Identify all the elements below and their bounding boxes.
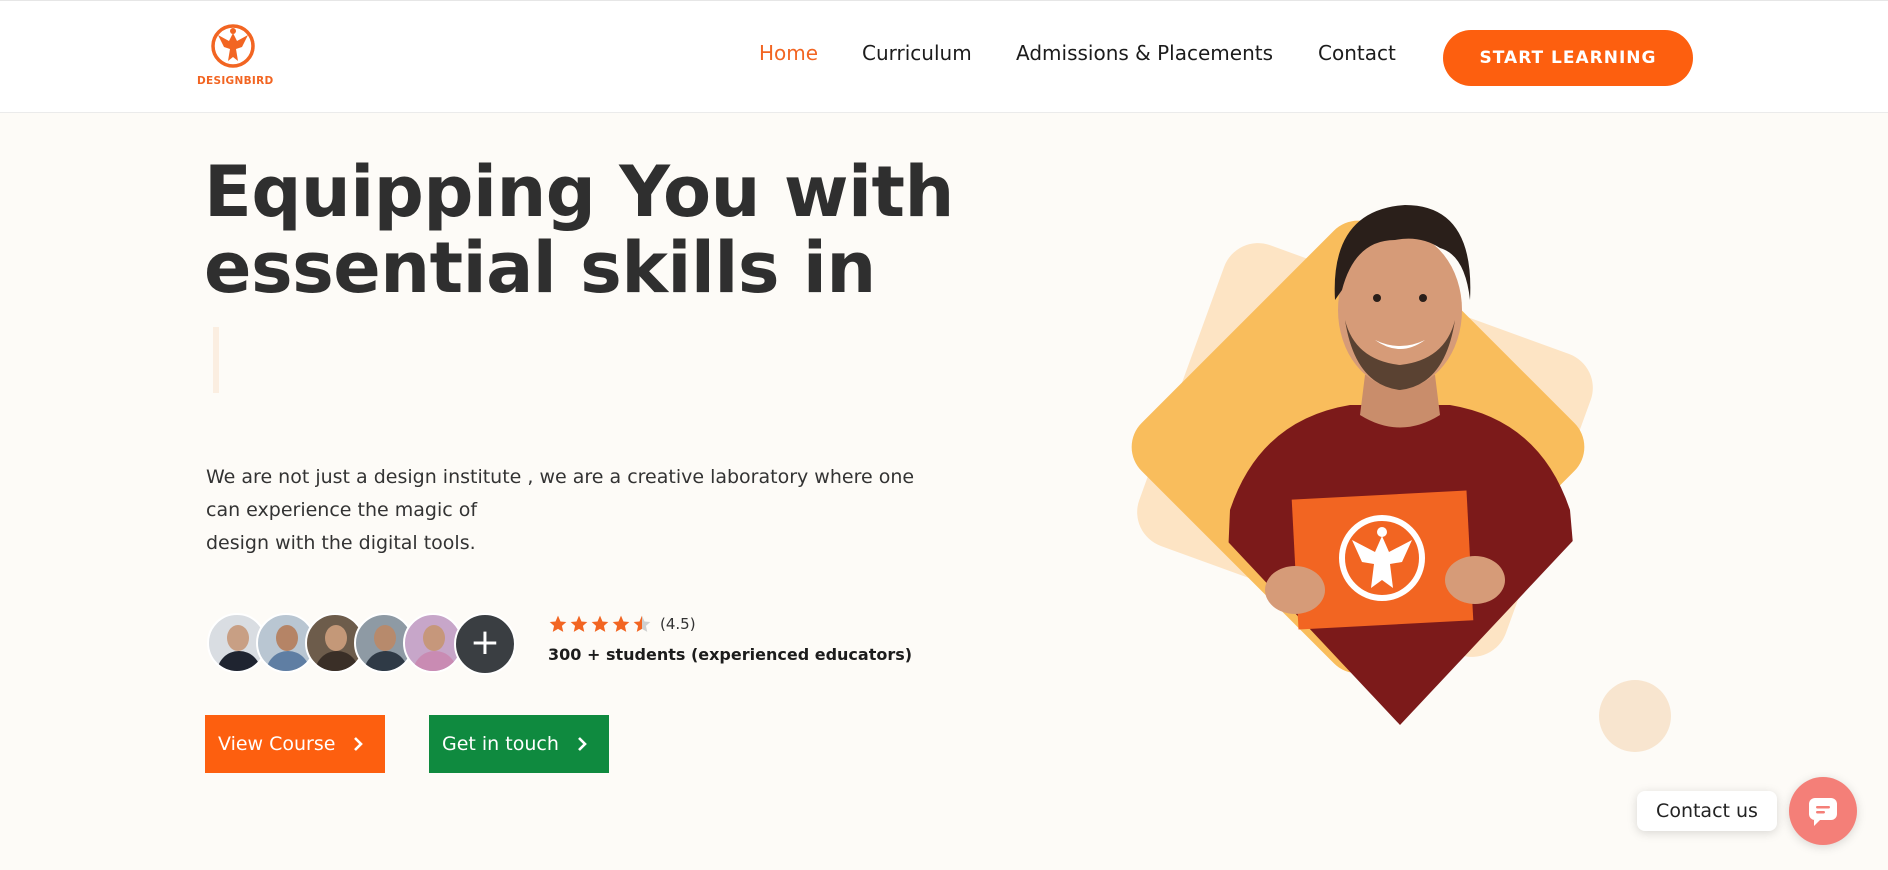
chevron-right-icon (578, 737, 587, 751)
nav-item-contact[interactable]: Contact (1318, 41, 1396, 65)
contact-us-label[interactable]: Contact us (1637, 791, 1777, 831)
description-line-1: We are not just a design institute , we … (206, 466, 915, 488)
rating-stars (548, 614, 652, 634)
headline-line-2: essential skills in (204, 227, 876, 309)
start-learning-button[interactable]: START LEARNING (1443, 30, 1693, 86)
description-line-3: design with the digital tools. (206, 532, 476, 554)
brand-logo[interactable]: DESIGNBIRD (197, 21, 274, 89)
view-course-label: View Course (218, 733, 336, 755)
rating-value: (4.5) (660, 615, 696, 633)
headline-line-1: Equipping You with (204, 151, 954, 233)
description-line-2: can experience the magic of (206, 499, 478, 521)
students-count: 300 + students (experienced educators) (548, 645, 913, 664)
site-header: DESIGNBIRD Home Curriculum Admissions & … (0, 0, 1888, 113)
contact-chat-button[interactable] (1789, 777, 1857, 845)
star-icon (549, 615, 567, 632)
star-icon (591, 615, 609, 632)
eagle-logo-icon (211, 24, 255, 68)
view-course-button[interactable]: View Course (205, 715, 385, 773)
nav-item-curriculum[interactable]: Curriculum (862, 41, 972, 65)
hero-headline: Equipping You with essential skills in (204, 154, 1004, 306)
rating: (4.5) (548, 614, 696, 634)
chevron-right-icon (354, 737, 363, 751)
star-icon (612, 615, 630, 632)
hero-description: We are not just a design institute , we … (206, 461, 966, 560)
star-icon (570, 615, 588, 632)
nav-item-home[interactable]: Home (759, 41, 818, 65)
typing-cursor (213, 327, 219, 393)
chat-icon (1809, 798, 1837, 826)
star-half-icon (633, 615, 651, 632)
get-in-touch-button[interactable]: Get in touch (429, 715, 609, 773)
hero-person-image (1220, 205, 1590, 725)
nav-item-admissions[interactable]: Admissions & Placements (1016, 41, 1273, 65)
plus-icon[interactable]: + (454, 613, 516, 675)
get-in-touch-label: Get in touch (442, 733, 559, 755)
brand-name: DESIGNBIRD (197, 75, 274, 87)
